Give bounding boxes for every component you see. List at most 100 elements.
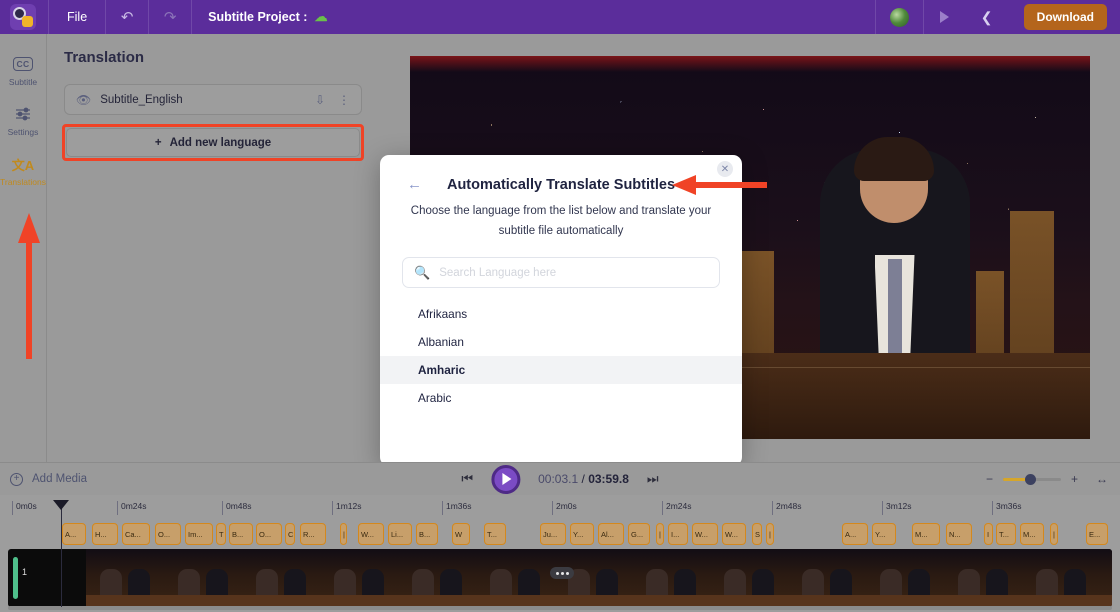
timeline-tick: 0m24s <box>117 501 147 515</box>
skip-to-end-icon[interactable]: ⏭ <box>647 471 659 487</box>
video-thumbnail <box>944 549 1022 607</box>
video-top-glow <box>410 56 1090 72</box>
sidebar-item-subtitle[interactable]: CC Subtitle <box>0 54 47 87</box>
back-arrow-icon[interactable]: ← <box>407 176 422 193</box>
translate-icon: 文A <box>12 154 34 174</box>
video-thumbnail <box>632 549 710 607</box>
timeline-tick: 3m12s <box>882 501 912 515</box>
subtitle-clip[interactable]: C <box>285 523 295 545</box>
subtitle-clip[interactable]: M... <box>1020 523 1044 545</box>
language-option-amharic[interactable]: Amharic <box>380 356 742 384</box>
cloud-saved-icon: ☁ <box>314 9 327 25</box>
subtitle-clip[interactable]: Al... <box>598 523 624 545</box>
subtitle-clip[interactable]: T... <box>484 523 506 545</box>
automatically-translate-modal: ✕ ← Automatically Translate Subtitles Ch… <box>380 155 742 466</box>
plus-icon: + <box>155 137 162 149</box>
subtitle-clip[interactable]: Ca... <box>122 523 150 545</box>
app-root: File ↶ ↷ Subtitle Project : ☁ ❮ Download… <box>0 0 1120 612</box>
timeline-scrollbar[interactable] <box>8 606 1112 610</box>
subtitle-clip[interactable]: | <box>656 523 664 545</box>
subtitle-clip[interactable]: | <box>766 523 774 545</box>
download-icon[interactable]: ⇩ <box>315 93 325 107</box>
playhead[interactable] <box>61 507 62 607</box>
sidebar-item-settings[interactable]: Settings <box>0 104 47 137</box>
video-thumbnail <box>242 549 320 607</box>
subtitle-clip[interactable]: H... <box>92 523 118 545</box>
file-menu[interactable]: File <box>49 0 105 34</box>
subtitle-clip[interactable]: Li... <box>388 523 412 545</box>
subtitle-clip[interactable]: T... <box>996 523 1016 545</box>
kebab-menu-icon[interactable]: ⋮ <box>338 93 350 107</box>
subtitle-clip[interactable]: T <box>216 523 226 545</box>
timeline-tick: 1m12s <box>332 501 362 515</box>
subtitle-clip[interactable]: Y... <box>872 523 896 545</box>
clip-trim-handle[interactable] <box>13 557 18 599</box>
user-avatar[interactable] <box>890 8 909 27</box>
zoom-slider[interactable] <box>1003 478 1061 481</box>
plus-icon[interactable]: + <box>1071 472 1078 486</box>
subtitle-clip[interactable]: O... <box>155 523 181 545</box>
language-option-afrikaans[interactable]: Afrikaans <box>380 300 742 328</box>
video-thumbnail <box>320 549 398 607</box>
zoom-slider-handle[interactable] <box>1025 474 1036 485</box>
subtitle-clip[interactable]: Ju... <box>540 523 566 545</box>
subtitle-clip[interactable]: W... <box>692 523 718 545</box>
minus-icon[interactable]: − <box>986 472 993 486</box>
search-language-box[interactable]: 🔍 <box>402 257 720 288</box>
play-button[interactable] <box>491 465 520 494</box>
three-dots-icon[interactable] <box>550 567 574 579</box>
subtitle-clip[interactable]: Im... <box>185 523 213 545</box>
subtitle-clip[interactable]: E... <box>1086 523 1108 545</box>
eye-icon[interactable]: 👁 <box>76 93 91 107</box>
subtitle-clip[interactable]: B... <box>416 523 438 545</box>
app-logo-icon[interactable] <box>10 4 36 30</box>
sidebar-item-label: Translations <box>0 177 46 187</box>
timeline[interactable]: 0m0s0m24s0m48s1m12s1m36s2m0s2m24s2m48s3m… <box>0 495 1120 612</box>
subtitle-clip[interactable]: A... <box>842 523 868 545</box>
subtitle-clip[interactable]: | <box>1050 523 1058 545</box>
preview-play-icon[interactable] <box>924 0 966 34</box>
subtitle-clip[interactable]: W <box>452 523 470 545</box>
time-separator: / <box>582 472 585 486</box>
subtitle-clip[interactable]: B... <box>229 523 253 545</box>
skip-to-start-icon[interactable]: ⏮ <box>461 471 473 487</box>
annotation-arrow-left <box>672 175 767 195</box>
subtitle-clip[interactable]: N... <box>946 523 972 545</box>
language-option-arabic[interactable]: Arabic <box>380 384 742 412</box>
subtitle-clip[interactable]: S <box>752 523 762 545</box>
language-option-albanian[interactable]: Albanian <box>380 328 742 356</box>
subtitle-clip[interactable]: M... <box>912 523 940 545</box>
subtitle-track-row[interactable]: 👁 Subtitle_English ⇩ ⋮ <box>64 84 362 115</box>
subtitle-clip[interactable]: G... <box>628 523 650 545</box>
translation-panel: Translation 👁 Subtitle_English ⇩ ⋮ + Add… <box>48 34 378 462</box>
add-new-language-button[interactable]: + Add new language <box>66 128 360 157</box>
add-media-button[interactable]: + Add Media <box>10 473 87 486</box>
subtitle-clip[interactable]: R... <box>300 523 326 545</box>
subtitle-clip[interactable]: I... <box>668 523 688 545</box>
current-time: 00:03.1 <box>538 472 578 486</box>
project-title-group[interactable]: Subtitle Project : ☁ <box>192 9 343 25</box>
video-thumbnail <box>1022 549 1100 607</box>
subtitle-clip[interactable]: W... <box>722 523 746 545</box>
subtitle-clip-track[interactable]: A...H...Ca...O...Im...TB...O...CR...|W..… <box>0 521 1120 547</box>
timeline-tick: 1m36s <box>442 501 472 515</box>
subtitle-clip[interactable]: W... <box>358 523 384 545</box>
subtitle-clip[interactable]: Y... <box>570 523 594 545</box>
subtitle-clip[interactable]: | <box>340 523 347 545</box>
sidebar-item-label: Settings <box>8 127 39 137</box>
share-icon[interactable]: ❮ <box>966 0 1008 34</box>
undo-icon[interactable]: ↶ <box>106 0 148 34</box>
subtitle-clip[interactable]: O... <box>256 523 282 545</box>
transport-bar: + Add Media ⏮ 00:03.1 / 03:59.8 ⏭ − + ↔ <box>0 462 1120 495</box>
timeline-ruler[interactable]: 0m0s0m24s0m48s1m12s1m36s2m0s2m24s2m48s3m… <box>0 495 1120 521</box>
video-track[interactable]: 1 <box>8 549 1112 607</box>
video-thumbnail <box>398 549 476 607</box>
sidebar-item-translations[interactable]: 文A Translations <box>0 154 47 187</box>
fit-width-icon[interactable]: ↔ <box>1096 472 1108 486</box>
search-input[interactable] <box>439 267 708 279</box>
redo-icon[interactable]: ↷ <box>149 0 191 34</box>
subtitle-clip[interactable]: I <box>984 523 993 545</box>
download-button[interactable]: Download <box>1024 4 1107 30</box>
subtitle-clip[interactable]: A... <box>62 523 86 545</box>
annotation-arrow-up <box>18 213 40 361</box>
